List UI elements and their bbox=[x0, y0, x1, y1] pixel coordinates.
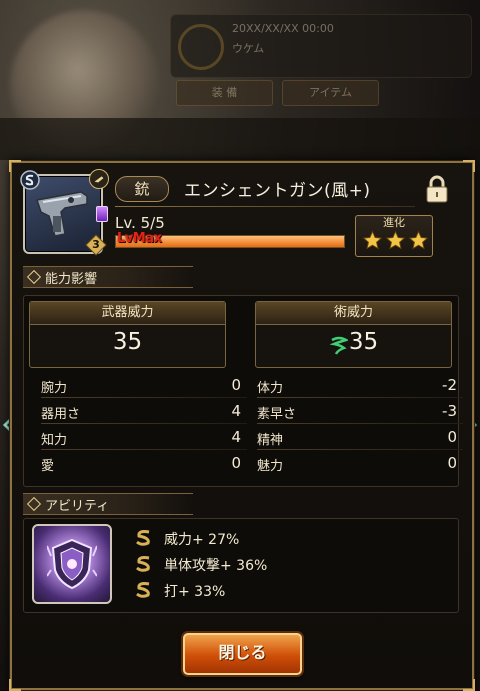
stat-value: 0 bbox=[447, 454, 457, 472]
stat-label: 素早さ bbox=[257, 407, 297, 422]
stats-section-title: 能力影響 bbox=[45, 272, 98, 287]
background-text-2: ウケム bbox=[232, 42, 265, 55]
purple-gem-icon bbox=[96, 206, 108, 222]
background-tab-item: アイテム bbox=[282, 80, 379, 106]
stat-label: 知力 bbox=[41, 433, 68, 448]
stats-box: 武器威力 35 術威力 35 腕力 0 器用さ 4 知力 4 愛 0 体力 -2… bbox=[23, 295, 463, 487]
item-name: エンシェントガン(風+) bbox=[184, 181, 371, 201]
equipment-slot-badge bbox=[89, 169, 109, 189]
weapon-power-value: 35 bbox=[112, 329, 143, 355]
diamond-icon bbox=[26, 496, 42, 512]
frame-corner bbox=[463, 679, 475, 691]
stat-label: 精神 bbox=[257, 433, 284, 448]
stat-row: 魅力 0 bbox=[257, 452, 457, 476]
background-tab-equip: 装 備 bbox=[176, 80, 273, 106]
stat-value: 0 bbox=[231, 376, 241, 394]
diamond-icon bbox=[26, 269, 42, 285]
shield-crest-icon bbox=[47, 538, 97, 590]
magic-power-label: 術威力 bbox=[256, 302, 451, 325]
s-emblem-icon bbox=[20, 170, 40, 190]
lock-icon[interactable] bbox=[423, 174, 451, 204]
ability-section-title: アビリティ bbox=[45, 499, 110, 514]
stat-row: 器用さ 4 bbox=[41, 400, 247, 424]
ability-text: 打+ 33% bbox=[164, 584, 226, 600]
stat-value: 4 bbox=[231, 428, 241, 446]
stat-label: 体力 bbox=[257, 381, 284, 396]
ability-section-header: アビリティ bbox=[23, 493, 193, 515]
stat-value: 4 bbox=[231, 402, 241, 420]
stat-value: 0 bbox=[447, 428, 457, 446]
evolution-panel: 進化 bbox=[355, 215, 433, 257]
magic-power-card: 術威力 35 bbox=[255, 301, 452, 368]
stat-label: 器用さ bbox=[41, 407, 81, 422]
stat-row: 体力 -2 bbox=[257, 374, 463, 398]
star-icon bbox=[408, 230, 429, 250]
weapon-type-tag: 銃 bbox=[115, 176, 169, 202]
stat-row: 精神 0 bbox=[257, 426, 463, 450]
stat-value: 0 bbox=[231, 454, 241, 472]
level-text: Lv. 5/5 bbox=[115, 214, 165, 232]
star-icon bbox=[385, 230, 406, 250]
s-emblem-icon bbox=[136, 582, 150, 598]
magic-power-value: 35 bbox=[348, 329, 379, 355]
level-max-label: LvMax bbox=[117, 231, 162, 246]
stat-row: 素早さ -3 bbox=[257, 400, 463, 424]
frame-corner bbox=[9, 679, 21, 691]
stat-row: 知力 4 bbox=[41, 426, 247, 450]
rank-badge: 3 bbox=[85, 234, 107, 256]
stat-label: 愛 bbox=[41, 459, 55, 474]
background-text-1: 20XX/XX/XX 00:00 bbox=[232, 22, 334, 35]
evolution-stars bbox=[362, 230, 429, 251]
stat-label: 魅力 bbox=[257, 459, 284, 474]
stat-value: -3 bbox=[442, 402, 457, 420]
ability-box: 威力+ 27% 単体攻撃+ 36% 打+ 33% bbox=[23, 518, 459, 613]
background-bar bbox=[0, 118, 480, 160]
star-icon bbox=[362, 230, 383, 250]
stat-row: 腕力 0 bbox=[41, 374, 247, 398]
weapon-power-label: 武器威力 bbox=[30, 302, 225, 325]
s-emblem-icon bbox=[136, 556, 150, 572]
crest-ability-icon bbox=[32, 524, 112, 604]
weapon-power-card: 武器威力 35 bbox=[29, 301, 226, 368]
stat-label: 腕力 bbox=[41, 381, 68, 396]
stat-value: -2 bbox=[442, 376, 457, 394]
frame-corner bbox=[463, 160, 475, 172]
item-detail-dialog: 3 銃 エンシェントガン(風+) Lv. 5/5 LvMax 進化 能力影響 武… bbox=[9, 160, 475, 691]
background-s-emblem-icon bbox=[178, 24, 224, 70]
ancient-gun-icon: 3 bbox=[20, 169, 109, 256]
stats-section-header: 能力影響 bbox=[23, 266, 193, 288]
ability-text: 単体攻撃+ 36% bbox=[164, 558, 268, 574]
divider bbox=[115, 206, 415, 207]
s-emblem-icon bbox=[136, 530, 150, 546]
ability-text: 威力+ 27% bbox=[164, 532, 240, 548]
stat-row: 愛 0 bbox=[41, 452, 241, 476]
evolution-label: 進化 bbox=[383, 216, 405, 229]
close-button[interactable]: 閉じる bbox=[183, 633, 302, 675]
